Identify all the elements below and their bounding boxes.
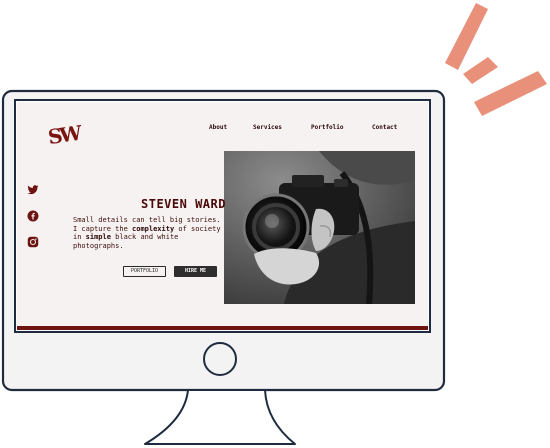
hire-me-button[interactable]: HIRE ME xyxy=(174,266,217,277)
twitter-icon[interactable] xyxy=(27,184,39,196)
power-button xyxy=(203,342,237,376)
instagram-icon[interactable] xyxy=(27,236,39,248)
hero-photo xyxy=(224,151,415,304)
footer-strip xyxy=(17,326,428,330)
facebook-icon[interactable] xyxy=(27,210,39,222)
site-logo[interactable]: SW xyxy=(46,121,80,149)
nav-services[interactable]: Services xyxy=(253,124,282,131)
hero-title: STEVEN WARD xyxy=(141,197,226,211)
portfolio-button[interactable]: PORTFOLIO xyxy=(123,266,166,277)
nav-portfolio[interactable]: Portfolio xyxy=(311,124,344,131)
monitor-stand xyxy=(144,389,296,445)
burst-strokes xyxy=(445,3,547,116)
website-screen: SW About Services Portfolio Contact STEV… xyxy=(17,102,428,330)
nav-contact[interactable]: Contact xyxy=(372,124,397,131)
nav-about[interactable]: About xyxy=(209,124,227,131)
hero-intro: Small details can tell big stories. I ca… xyxy=(73,216,221,250)
